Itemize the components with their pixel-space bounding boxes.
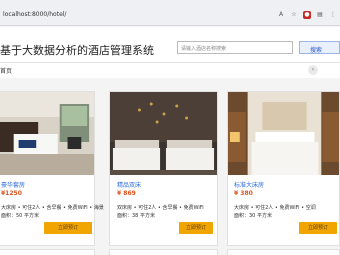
room-area: 面积：38 平方米 bbox=[117, 213, 155, 219]
room-price: ¥1250 bbox=[1, 190, 22, 197]
room-card-next[interactable] bbox=[227, 249, 340, 255]
room-card[interactable]: 标准大床房 ¥ 380 大床房 • 可住2人 • 免费WiFi • 空调 面积：… bbox=[227, 91, 340, 246]
address-bar[interactable]: localhost:8000/hotel/ bbox=[3, 11, 303, 22]
page-title: 基于大数据分析的酒店管理系统 bbox=[0, 44, 154, 57]
book-button[interactable]: 立即预订 bbox=[299, 222, 337, 234]
room-description: 大床房 • 可住2人 • 含早餐 • 免费WiFi • 海景 面积：50 平方米 bbox=[1, 204, 104, 220]
room-features: 双床房 • 可住2人 • 含早餐 • 免费WiFi bbox=[117, 205, 204, 211]
room-name[interactable]: 豪华套房 bbox=[1, 180, 25, 189]
room-card-next[interactable] bbox=[0, 249, 95, 255]
extension-icon[interactable]: ▤ bbox=[316, 11, 324, 19]
breadcrumb-bar: 首页 › bbox=[0, 62, 340, 78]
room-card[interactable]: 豪华套房 ¥1250 大床房 • 可住2人 • 含早餐 • 免费WiFi • 海… bbox=[0, 91, 104, 246]
room-name[interactable]: 标准大床房 bbox=[234, 180, 264, 189]
room-price: ¥ 380 bbox=[234, 190, 253, 197]
room-features: 大床房 • 可住2人 • 含早餐 • 免费WiFi • 海景 bbox=[1, 205, 104, 211]
room-image bbox=[110, 92, 217, 175]
profile-icon[interactable]: ● bbox=[303, 11, 311, 19]
room-area: 面积：30 平方米 bbox=[234, 213, 272, 219]
search-button[interactable]: 搜索 bbox=[299, 41, 340, 54]
room-card-next[interactable] bbox=[109, 249, 218, 255]
room-image bbox=[228, 92, 339, 175]
room-area: 面积：50 平方米 bbox=[1, 213, 39, 219]
menu-icon[interactable]: ⋮ bbox=[329, 11, 337, 19]
book-button[interactable]: 立即预订 bbox=[44, 222, 92, 234]
search-input[interactable]: 请输入酒店名称搜索 bbox=[177, 41, 293, 54]
star-icon[interactable]: ☆ bbox=[290, 11, 298, 19]
room-name[interactable]: 精品双床 bbox=[117, 180, 141, 189]
translate-icon[interactable]: A bbox=[277, 11, 285, 19]
chevron-icon[interactable]: › bbox=[308, 65, 318, 75]
room-description: 双床房 • 可住2人 • 含早餐 • 免费WiFi 面积：38 平方米 bbox=[117, 204, 204, 220]
browser-toolbar: localhost:8000/hotel/ A ☆ ● ▤ ⋮ bbox=[0, 0, 340, 26]
room-price: ¥ 869 bbox=[117, 190, 136, 197]
breadcrumb[interactable]: 首页 bbox=[0, 66, 12, 75]
browser-icons: A ☆ ● ▤ ⋮ bbox=[277, 11, 337, 19]
room-card[interactable]: 精品双床 ¥ 869 双床房 • 可住2人 • 含早餐 • 免费WiFi 面积：… bbox=[109, 91, 218, 246]
room-features: 大床房 • 可住2人 • 免费WiFi • 空调 bbox=[234, 205, 316, 211]
room-description: 大床房 • 可住2人 • 免费WiFi • 空调 面积：30 平方米 bbox=[234, 204, 316, 220]
room-image bbox=[0, 92, 94, 175]
book-button[interactable]: 立即预订 bbox=[179, 222, 213, 234]
site-header: 基于大数据分析的酒店管理系统 请输入酒店名称搜索 搜索 bbox=[0, 27, 340, 62]
